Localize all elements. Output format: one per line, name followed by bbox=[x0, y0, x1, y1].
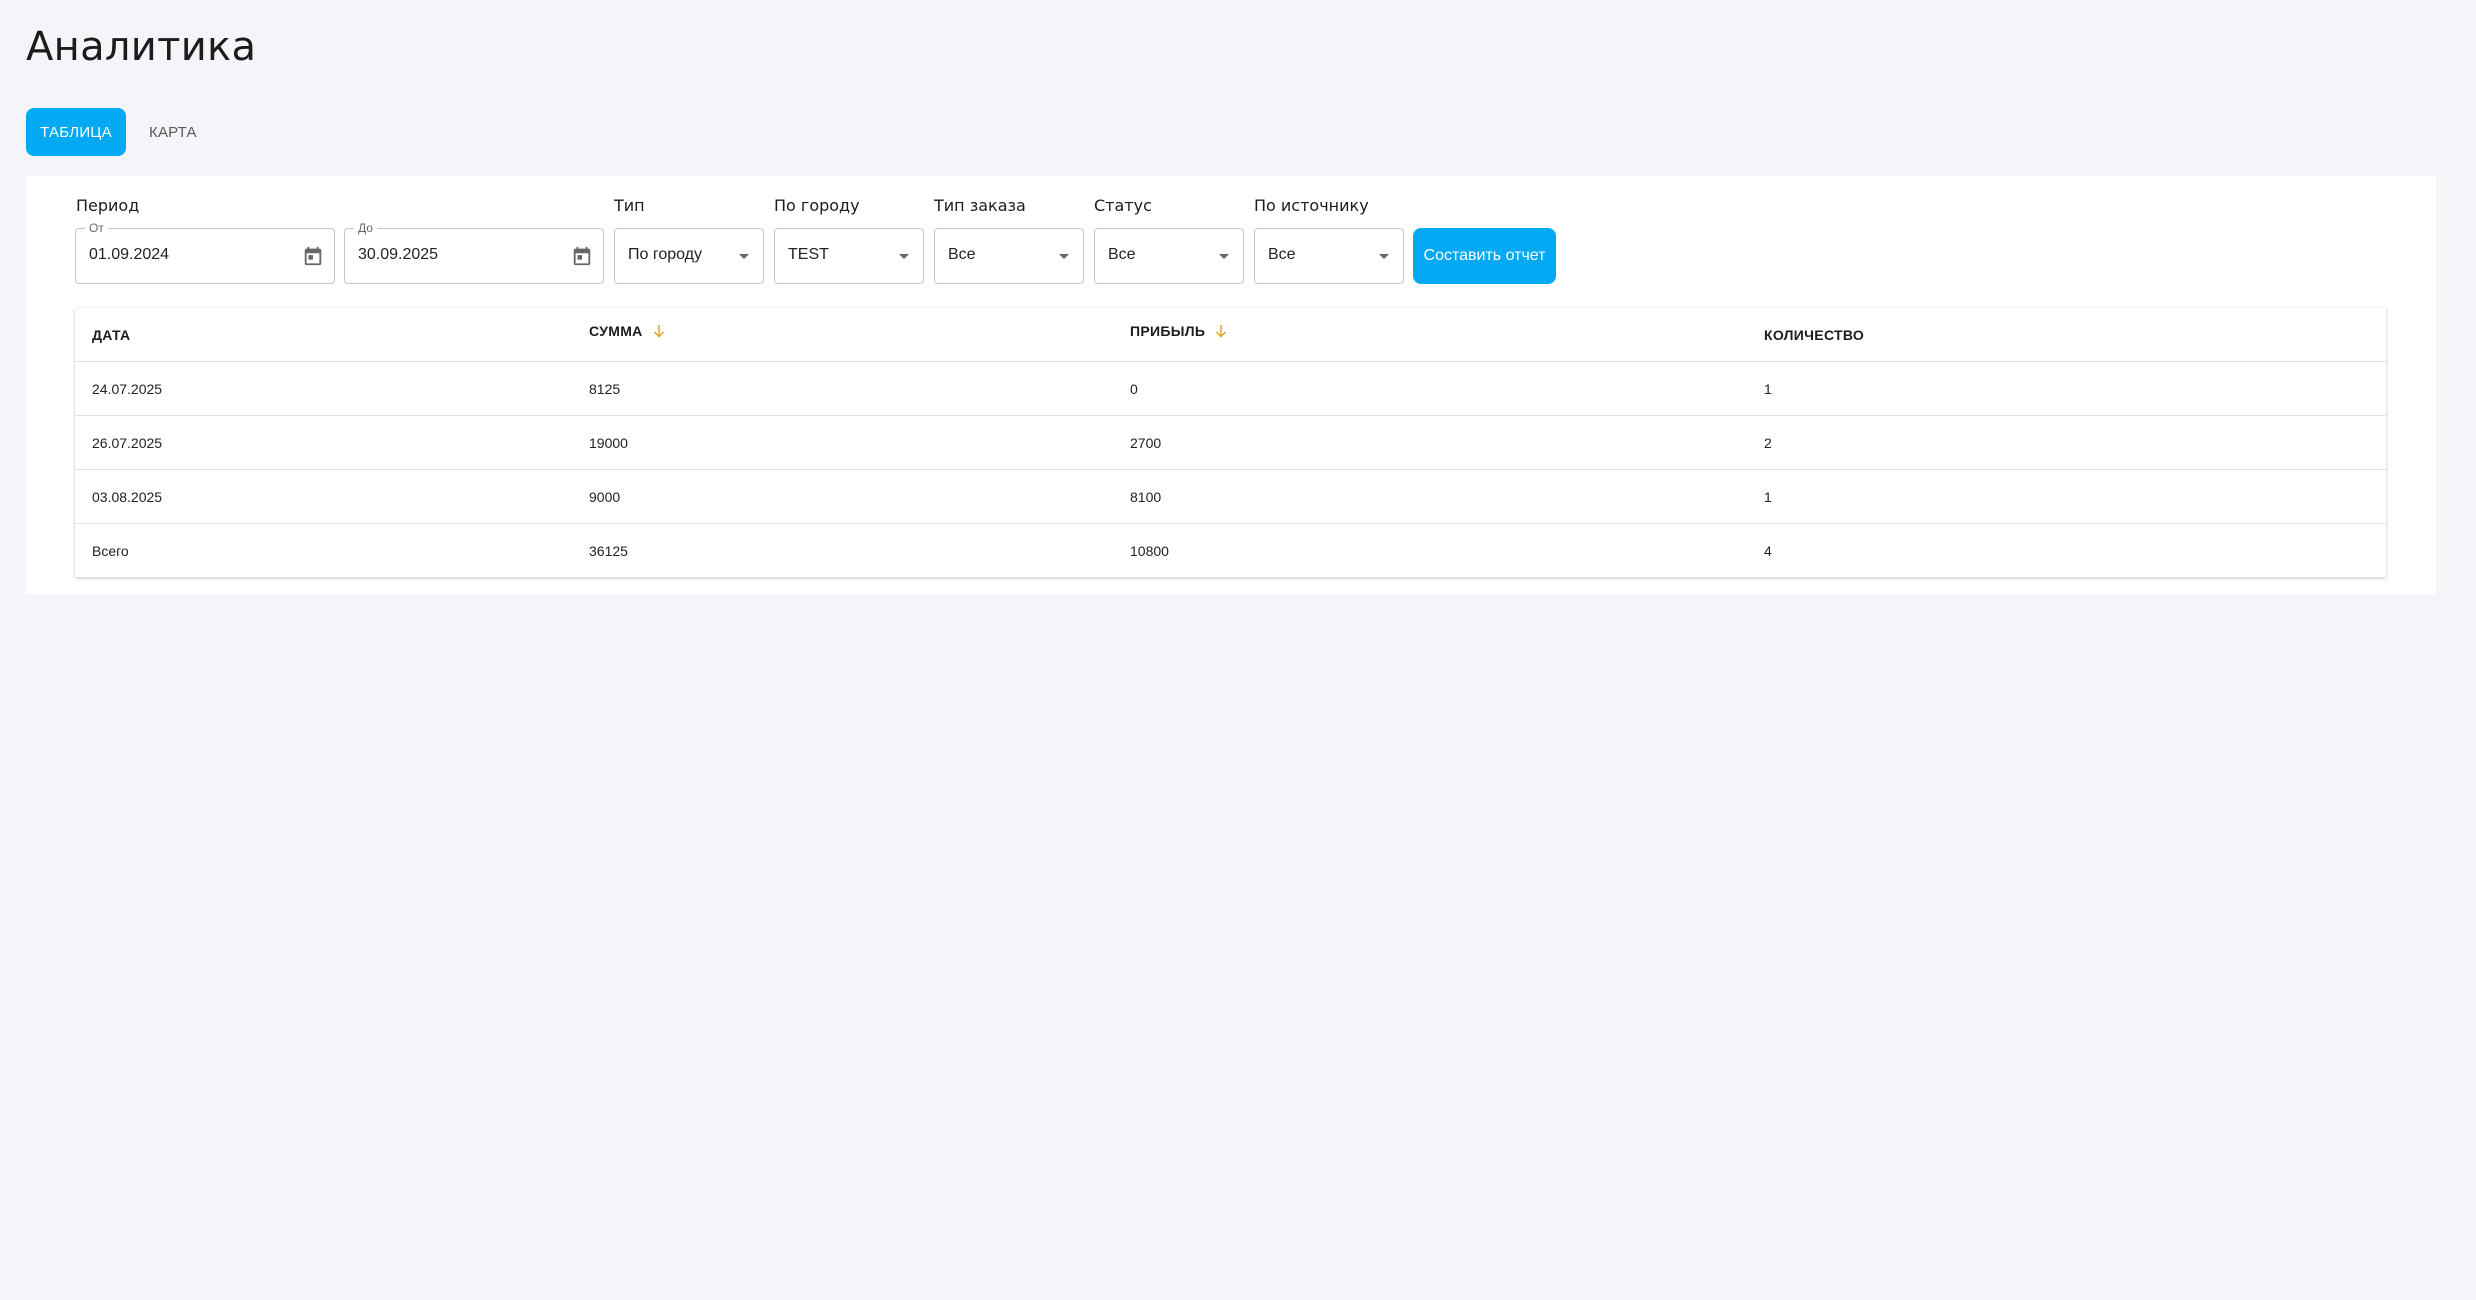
cell-sum: 9000 bbox=[589, 488, 621, 505]
tab-map[interactable]: КАРТА bbox=[132, 108, 214, 156]
arrow-down-icon[interactable] bbox=[653, 324, 665, 338]
source-select[interactable]: Все bbox=[1254, 228, 1404, 284]
city-label: По городу bbox=[774, 196, 860, 215]
date-to-field[interactable]: До 30.09.2025 bbox=[344, 221, 604, 284]
calendar-icon[interactable] bbox=[571, 245, 593, 267]
caret-down-icon bbox=[1219, 254, 1229, 259]
page-title: Аналитика bbox=[26, 24, 257, 70]
tab-bar: ТАБЛИЦА КАРТА bbox=[26, 108, 214, 156]
status-select-value: Все bbox=[1108, 246, 1136, 263]
cell-date: 26.07.2025 bbox=[92, 434, 163, 451]
status-select[interactable]: Все bbox=[1094, 228, 1244, 284]
cell-count: 2 bbox=[1764, 434, 1772, 451]
order-type-select-value: Все bbox=[948, 246, 976, 263]
source-label: По источнику bbox=[1254, 196, 1369, 215]
date-from-field[interactable]: От 01.09.2024 bbox=[75, 221, 335, 284]
calendar-icon[interactable] bbox=[302, 245, 324, 267]
tab-table[interactable]: ТАБЛИЦА bbox=[26, 108, 126, 156]
column-header-profit-label: ПРИБЫЛЬ bbox=[1130, 322, 1206, 339]
cell-total-profit: 10800 bbox=[1130, 542, 1169, 559]
status-label: Статус bbox=[1094, 196, 1152, 215]
table-row: 03.08.2025 9000 8100 1 bbox=[75, 470, 2386, 524]
table-total-row: Всего 36125 10800 4 bbox=[75, 524, 2386, 577]
type-select[interactable]: По городу bbox=[614, 228, 764, 284]
city-select[interactable]: TEST bbox=[774, 228, 924, 284]
date-from-legend: От bbox=[85, 221, 108, 235]
order-type-label: Тип заказа bbox=[934, 196, 1026, 215]
cell-count: 1 bbox=[1764, 380, 1772, 397]
cell-sum: 19000 bbox=[589, 434, 628, 451]
table-header: ДАТА СУММА ПРИБЫЛЬ КОЛИЧЕСТВО bbox=[75, 308, 2386, 362]
cell-profit: 8100 bbox=[1130, 488, 1162, 505]
analytics-table: ДАТА СУММА ПРИБЫЛЬ КОЛИЧЕСТВО 24.07.2025… bbox=[75, 308, 2386, 577]
caret-down-icon bbox=[739, 254, 749, 259]
table-row: 24.07.2025 8125 0 1 bbox=[75, 362, 2386, 416]
arrow-down-icon[interactable] bbox=[1215, 324, 1227, 338]
cell-total-count: 4 bbox=[1764, 542, 1772, 559]
column-header-profit[interactable]: ПРИБЫЛЬ bbox=[1130, 304, 1227, 357]
date-from-value: 01.09.2024 bbox=[89, 246, 170, 263]
date-to-value: 30.09.2025 bbox=[358, 246, 439, 263]
cell-profit: 2700 bbox=[1130, 434, 1162, 451]
cell-count: 1 bbox=[1764, 488, 1772, 505]
cell-date: 03.08.2025 bbox=[92, 488, 163, 505]
source-select-value: Все bbox=[1268, 246, 1296, 263]
cell-total-label: Всего bbox=[92, 542, 129, 559]
caret-down-icon bbox=[1379, 254, 1389, 259]
type-label: Тип bbox=[614, 196, 645, 215]
table-row: 26.07.2025 19000 2700 2 bbox=[75, 416, 2386, 470]
column-header-date: ДАТА bbox=[92, 326, 131, 343]
order-type-select[interactable]: Все bbox=[934, 228, 1084, 284]
column-header-sum[interactable]: СУММА bbox=[589, 304, 665, 357]
caret-down-icon bbox=[899, 254, 909, 259]
cell-sum: 8125 bbox=[589, 380, 621, 397]
column-header-count: КОЛИЧЕСТВО bbox=[1764, 326, 1865, 343]
type-select-value: По городу bbox=[628, 246, 703, 263]
cell-total-sum: 36125 bbox=[589, 542, 628, 559]
cell-date: 24.07.2025 bbox=[92, 380, 163, 397]
date-to-legend: До bbox=[354, 221, 377, 235]
cell-profit: 0 bbox=[1130, 380, 1138, 397]
generate-report-button[interactable]: Составить отчет bbox=[1413, 228, 1556, 284]
caret-down-icon bbox=[1059, 254, 1069, 259]
city-select-value: TEST bbox=[788, 246, 829, 263]
period-label: Период bbox=[76, 196, 140, 215]
column-header-sum-label: СУММА bbox=[589, 322, 643, 339]
